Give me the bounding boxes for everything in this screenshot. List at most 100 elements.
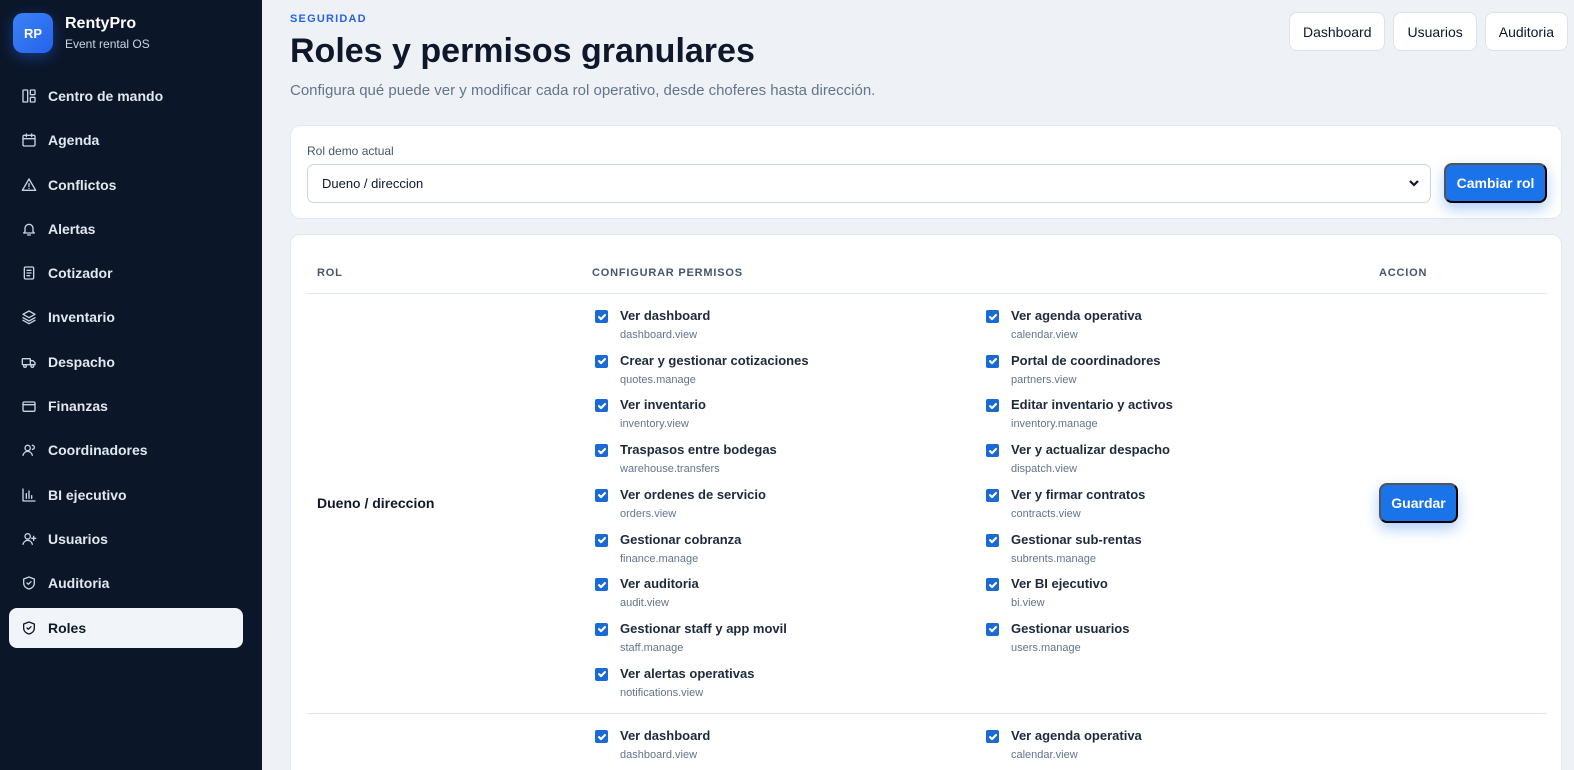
permission-key: calendar.view (1011, 329, 1078, 341)
sidebar-item-inventario[interactable]: Inventario (9, 297, 243, 337)
permission-checkbox[interactable] (595, 730, 608, 743)
bar-chart-icon (21, 487, 37, 503)
permission-item: Ver agenda operativa calendar.view (986, 308, 1142, 342)
sidebar-item-label: Agenda (48, 132, 100, 149)
checkmark-icon (988, 626, 997, 633)
permission-label: Ver auditoria (620, 576, 699, 592)
permission-key: notifications.view (620, 686, 704, 699)
permission-label: Ver BI ejecutivo (1011, 576, 1108, 592)
permission-key: audit.view (620, 597, 669, 610)
chevron-down-icon (1408, 177, 1420, 189)
checkmark-icon (988, 402, 997, 410)
brand: RP RentyPro Event rental OS (13, 13, 150, 53)
permission-checkbox[interactable] (595, 354, 608, 368)
permission-item: Ver y actualizar despacho dispatch.view (986, 442, 1170, 476)
permission-checkbox[interactable] (986, 578, 999, 592)
dashboard-button[interactable]: Dashboard (1288, 12, 1386, 51)
permission-checkbox[interactable] (595, 444, 608, 458)
permission-checkbox[interactable] (986, 444, 999, 458)
permission-checkbox[interactable] (986, 533, 999, 547)
permission-label: Ver ordenes de servicio (620, 486, 766, 502)
permission-key: users.manage (1011, 641, 1081, 654)
sidebar-item-finanzas[interactable]: Finanzas (9, 386, 243, 426)
change-role-button[interactable]: Cambiar rol (1444, 163, 1547, 203)
permission-label: Crear y gestionar cotizaciones (620, 352, 809, 368)
permission-item: Editar inventario y activos inventory.man… (986, 397, 1173, 431)
warning-icon (21, 177, 37, 193)
brand-subtitle: Event rental OS (65, 37, 150, 51)
sidebar-item-roles[interactable]: Roles (9, 607, 243, 648)
permission-checkbox[interactable] (595, 578, 608, 592)
permission-label: Traspasos entre bodegas (620, 442, 777, 458)
sidebar-item-bi-ejecutivo[interactable]: BI ejecutivo (9, 475, 243, 515)
page-subtitle: Configura qué puede ver y modificar cada… (290, 82, 876, 99)
permissions-table: ROL CONFIGURAR PERMISOS ACCION Dueno / d… (290, 234, 1562, 770)
permission-item: Ver dashboard dashboard.view (595, 728, 710, 762)
checkmark-icon (597, 313, 606, 320)
permission-key: partners.view (1011, 373, 1077, 386)
usuarios-button[interactable]: Usuarios (1393, 12, 1477, 51)
permission-checkbox[interactable] (595, 533, 608, 547)
sidebar-nav: Centro de mando Agenda Conflictos Alerta… (9, 76, 243, 652)
sidebar-item-agenda[interactable]: Agenda (9, 120, 243, 160)
checkmark-icon (597, 537, 606, 544)
permission-key: inventory.manage (1011, 418, 1098, 431)
permission-checkbox[interactable] (986, 730, 999, 743)
sidebar-item-conflictos[interactable]: Conflictos (9, 165, 243, 205)
permission-checkbox[interactable] (595, 310, 608, 323)
layers-icon (21, 309, 37, 325)
sidebar: RP RentyPro Event rental OS Centro de ma… (0, 0, 262, 770)
permission-key: finance.manage (620, 552, 699, 565)
sidebar-item-centro-de-mando[interactable]: Centro de mando (9, 76, 243, 116)
checkmark-icon (597, 402, 606, 410)
permission-label: Gestionar staff y app movil (620, 620, 787, 636)
permission-checkbox[interactable] (595, 488, 608, 502)
shield-icon (21, 620, 37, 636)
permission-key: bi.view (1011, 597, 1045, 610)
save-button[interactable]: Guardar (1379, 483, 1458, 523)
auditoria-button[interactable]: Auditoria (1484, 12, 1568, 51)
permission-item: Gestionar staff y app movil staff.manage (595, 621, 787, 655)
user-plus-icon (21, 531, 37, 547)
brand-name: RentyPro (65, 15, 137, 32)
permission-label: Portal de coordinadores (1011, 352, 1161, 368)
permission-label: Ver dashboard (620, 728, 711, 743)
checkmark-icon (988, 537, 997, 544)
bell-icon (21, 221, 37, 237)
permission-checkbox[interactable] (986, 488, 999, 502)
permission-checkbox[interactable] (986, 354, 999, 368)
sidebar-item-cotizador[interactable]: Cotizador (9, 253, 243, 293)
permission-key: calendar.view (1011, 749, 1078, 761)
permission-checkbox[interactable] (595, 399, 608, 413)
role-select[interactable]: Dueno / direccion (307, 164, 1431, 203)
permission-key: staff.manage (620, 641, 684, 654)
sidebar-item-coordinadores[interactable]: Coordinadores (9, 430, 243, 470)
permission-checkbox[interactable] (595, 622, 608, 636)
permission-item: Ver ordenes de servicio orders.view (595, 487, 766, 521)
header-divider (307, 293, 1547, 294)
sidebar-item-despacho[interactable]: Despacho (9, 342, 243, 382)
permission-checkbox[interactable] (986, 310, 999, 323)
sidebar-item-label: Auditoria (48, 575, 110, 592)
permission-key: contracts.view (1011, 507, 1081, 520)
header-actions: Dashboard Usuarios Auditoria (1288, 12, 1568, 51)
permission-key: dispatch.view (1011, 463, 1078, 476)
column-header-action: ACCION (1379, 267, 1428, 279)
sidebar-item-alertas[interactable]: Alertas (9, 209, 243, 249)
main-content: SEGURIDAD Roles y permisos granulares Co… (262, 0, 1574, 770)
permission-label: Ver agenda operativa (1011, 728, 1142, 743)
permission-checkbox[interactable] (986, 622, 999, 636)
permission-key: subrents.manage (1011, 552, 1096, 565)
permission-checkbox[interactable] (595, 667, 608, 681)
sidebar-item-label: Centro de mando (48, 88, 164, 104)
sidebar-item-auditoria[interactable]: Auditoria (9, 563, 243, 603)
section-kicker: SEGURIDAD (290, 13, 367, 25)
permission-item: Crear y gestionar cotizaciones quotes.man… (595, 353, 809, 387)
sidebar-item-label: Conflictos (48, 176, 117, 193)
permission-item: Traspasos entre bodegas warehouse.transfe… (595, 442, 777, 476)
permission-checkbox[interactable] (986, 399, 999, 413)
sidebar-item-usuarios[interactable]: Usuarios (9, 519, 243, 559)
sidebar-item-label: Coordinadores (48, 442, 148, 459)
permission-key: quotes.manage (620, 373, 696, 386)
row-role-name: Dueno / direccion (317, 495, 435, 511)
